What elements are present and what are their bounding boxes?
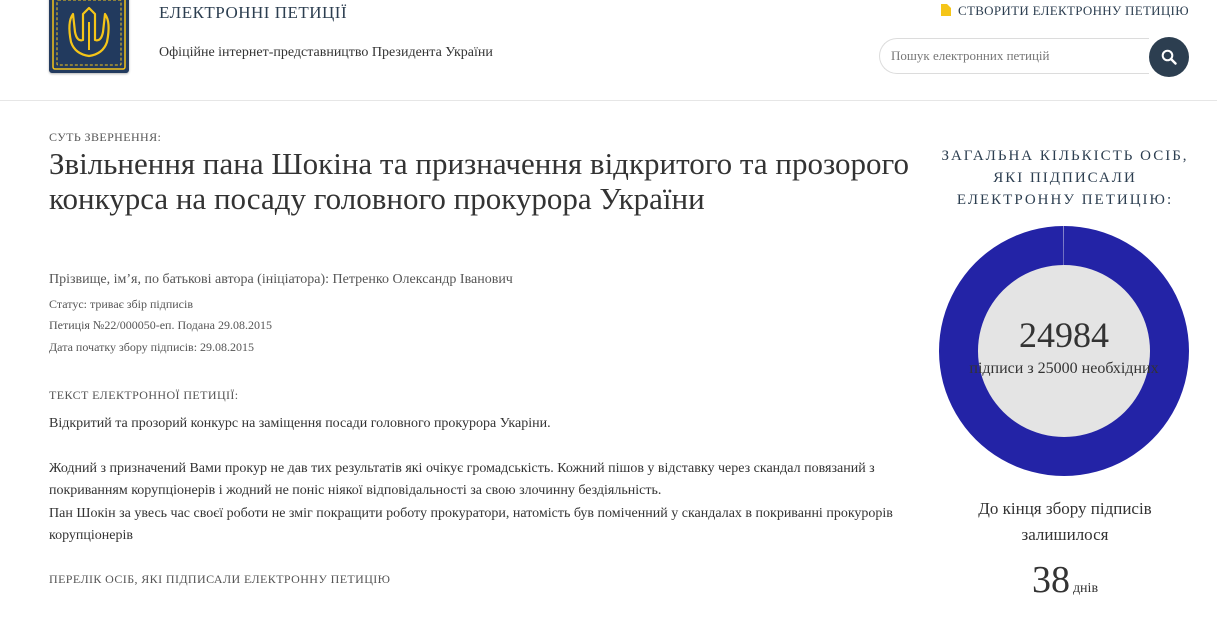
search-box — [879, 38, 1149, 74]
petition-number: Петиція №22/000050-еп. Подана 29.08.2015 — [49, 318, 272, 332]
signers-list-link[interactable]: ПЕРЕЛІК ОСІБ, ЯКІ ПІДПИСАЛИ ЕЛЕКТРОННУ П… — [49, 572, 390, 587]
petition-text-label: ТЕКСТ ЕЛЕКТРОННОЇ ПЕТИЦІЇ: — [49, 388, 239, 402]
signatures-count: 24984 — [1019, 315, 1109, 355]
search-button[interactable] — [1149, 37, 1189, 77]
days-remaining-number: 38 — [1031, 559, 1070, 601]
create-petition-label: СТВОРИТИ ЕЛЕКТРОННУ ПЕТИЦІЮ — [958, 3, 1189, 18]
petition-paragraph: Жодний з призначений Вами прокур не дав … — [49, 461, 875, 498]
petition-paragraph: Пан Шокін за увесь час своєї роботи не з… — [49, 506, 893, 543]
time-remaining-label: До кінця збору підписів залишилося — [978, 499, 1152, 544]
site-title[interactable]: ЕЛЕКТРОННІ ПЕТИЦІЇ — [159, 3, 347, 23]
search-input[interactable] — [880, 39, 1141, 73]
petition-author: Прізвище, ім’я, по батькові автора (ініц… — [49, 272, 513, 287]
signatures-required: підписи з 25000 необхідних — [969, 360, 1159, 377]
petition-start-date: Дата початку збору підписів: 29.08.2015 — [49, 340, 255, 354]
document-icon — [941, 4, 951, 16]
coat-of-arms-logo[interactable] — [49, 0, 129, 73]
petition-status: Статус: триває збір підписів — [49, 297, 194, 311]
days-remaining: 38 днів — [940, 558, 1190, 602]
petition-title: Звільнення пана Шокіна та призначення ві… — [49, 146, 909, 216]
site-header: ЕЛЕКТРОННІ ПЕТИЦІЇ Офіційне інтернет-пре… — [0, 0, 1217, 101]
create-petition-link[interactable]: СТВОРИТИ ЕЛЕКТРОННУ ПЕТИЦІЮ — [941, 3, 1189, 19]
petition-paragraph: Відкритий та прозорий конкурс на заміщен… — [49, 416, 551, 431]
signatures-title: ЗАГАЛЬНА КІЛЬКІСТЬ ОСІБ, ЯКІ ПІДПИСАЛИ Е… — [941, 148, 1189, 208]
essence-label: СУТЬ ЗВЕРНЕННЯ: — [49, 130, 162, 144]
site-subtitle: Офіційне інтернет-представництво Президе… — [159, 45, 493, 60]
days-remaining-unit: днів — [1072, 581, 1099, 596]
search-icon — [1161, 49, 1177, 65]
